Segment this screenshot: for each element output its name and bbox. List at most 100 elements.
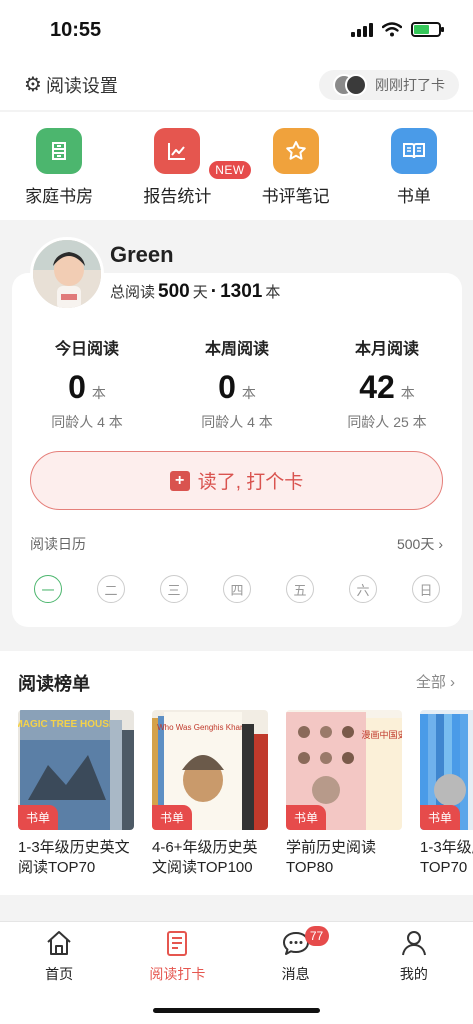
chevron-right-icon: › bbox=[450, 674, 455, 691]
total-days: 500 bbox=[158, 281, 190, 302]
booklist-tag: 书单 bbox=[420, 805, 461, 830]
bookshelf-icon bbox=[36, 128, 83, 174]
book-cover: MAGIC TREE HOUSE 书单 bbox=[18, 710, 134, 830]
booklist-tag: 书单 bbox=[18, 805, 59, 830]
quick-item-label: 书评笔记 bbox=[261, 187, 330, 206]
profile-card bbox=[12, 273, 462, 627]
ranking-card[interactable]: 书单 1-3年级历史阅读TOP70 bbox=[420, 710, 473, 878]
tab-home[interactable]: 首页 bbox=[0, 922, 118, 1024]
stat-peer: 同龄人 25 本 bbox=[347, 414, 427, 430]
avatar[interactable] bbox=[30, 237, 104, 311]
wifi-icon bbox=[382, 22, 402, 37]
ranking-all-label: 全部 bbox=[415, 674, 446, 691]
cover-title: Who Was Genghis Khan? bbox=[157, 723, 249, 732]
cover-title: MAGIC TREE HOUSE bbox=[18, 719, 116, 730]
stat-value: 0 本 bbox=[218, 369, 256, 406]
reading-stats: 今日阅读 0 本 同龄人 4 本 本周阅读 0 本 同龄人 4 本 本月阅读 4… bbox=[12, 335, 462, 432]
tab-profile[interactable]: 我的 bbox=[355, 922, 473, 1024]
weekday-wed[interactable]: 三 bbox=[160, 575, 188, 603]
checkin-avatars bbox=[333, 74, 367, 96]
recent-checkin-text: 刚刚打了卡 bbox=[375, 77, 445, 93]
status-icons bbox=[351, 22, 444, 37]
stat-week[interactable]: 本周阅读 0 本 同龄人 4 本 bbox=[162, 335, 312, 432]
plus-icon: + bbox=[169, 470, 190, 491]
reading-settings-label: 阅读设置 bbox=[45, 76, 118, 96]
battery-icon bbox=[411, 22, 444, 37]
quick-item-report[interactable]: 报告统计 NEW bbox=[118, 112, 251, 220]
stat-number: 0 bbox=[218, 369, 236, 405]
quick-item-family-study[interactable]: 家庭书房 bbox=[0, 112, 118, 220]
ranking-card[interactable]: Who Was Genghis Khan? 书单 4-6+年级历史英文阅读TOP… bbox=[152, 710, 268, 878]
quick-item-label: 书单 bbox=[396, 187, 431, 206]
stat-peer: 同龄人 4 本 bbox=[201, 414, 273, 430]
week-row: 一 二 三 四 五 六 日 bbox=[34, 575, 440, 603]
stat-month[interactable]: 本月阅读 42 本 同龄人 25 本 bbox=[312, 335, 462, 432]
weekday-mon[interactable]: 一 bbox=[34, 575, 62, 603]
calendar-title: 阅读日历 bbox=[30, 536, 86, 552]
tab-label: 消息 bbox=[281, 966, 310, 982]
profile-icon bbox=[401, 931, 426, 956]
quick-item-label: 报告统计 bbox=[143, 187, 212, 206]
calendar-days-link[interactable]: 500天 › bbox=[397, 534, 443, 554]
total-reading-summary: 总阅读 500 天 · 1301 本 bbox=[110, 281, 280, 303]
booklist-tag: 书单 bbox=[152, 805, 193, 830]
weekday-sat[interactable]: 六 bbox=[349, 575, 377, 603]
home-indicator bbox=[153, 1008, 320, 1013]
stat-today[interactable]: 今日阅读 0 本 同龄人 4 本 bbox=[12, 335, 162, 432]
signal-icon bbox=[351, 22, 373, 37]
days-unit: 天 bbox=[192, 284, 208, 301]
separator: · bbox=[210, 281, 218, 302]
weekday-fri[interactable]: 五 bbox=[286, 575, 314, 603]
books-unit: 本 bbox=[265, 284, 281, 301]
weekday-tue[interactable]: 二 bbox=[97, 575, 125, 603]
total-books: 1301 bbox=[220, 281, 263, 302]
chart-icon bbox=[154, 128, 201, 174]
ranking-card-label: 1-3年级历史英文阅读TOP70 bbox=[18, 839, 130, 876]
stat-unit: 本 bbox=[400, 385, 415, 401]
ranking-card-label: 4-6+年级历史英文阅读TOP100 bbox=[152, 839, 258, 876]
ranking-list: MAGIC TREE HOUSE 书单 1-3年级历史英文阅读TOP70 Who… bbox=[18, 710, 473, 878]
cover-title: 漫画中国史 bbox=[361, 729, 402, 741]
reading-settings-button[interactable]: ⚙ 阅读设置 bbox=[24, 72, 118, 98]
top-header: ⚙ 阅读设置 刚刚打了卡 bbox=[0, 62, 473, 110]
stat-number: 42 bbox=[359, 369, 395, 405]
weekday-thu[interactable]: 四 bbox=[223, 575, 251, 603]
stat-title: 今日阅读 bbox=[54, 341, 119, 358]
book-cover: Who Was Genghis Khan? 书单 bbox=[152, 710, 268, 830]
book-cover: 书单 bbox=[420, 710, 473, 830]
open-book-icon bbox=[390, 128, 437, 174]
ranking-title: 阅读榜单 bbox=[18, 674, 90, 694]
ranking-card-label: 1-3年级历史阅读TOP70 bbox=[420, 839, 473, 876]
book-cover: 漫画中国史 书单 bbox=[286, 710, 402, 830]
quick-item-reviews[interactable]: 书评笔记 bbox=[237, 112, 355, 220]
quick-menu: 家庭书房 报告统计 NEW 书评笔记 书单 bbox=[0, 112, 473, 220]
ranking-card-label: 学前历史阅读TOP80 bbox=[286, 839, 377, 876]
home-icon bbox=[47, 931, 71, 955]
stat-number: 0 bbox=[68, 369, 86, 405]
ranking-all-link[interactable]: 全部 › bbox=[416, 671, 455, 692]
quick-item-label: 家庭书房 bbox=[25, 187, 94, 206]
booklist-tag: 书单 bbox=[286, 805, 327, 830]
gear-icon: ⚙ bbox=[24, 74, 42, 96]
chevron-right-icon: › bbox=[438, 536, 443, 552]
status-time: 10:55 bbox=[50, 19, 102, 41]
user-name: Green bbox=[110, 242, 174, 267]
message-count-badge: 77 bbox=[304, 926, 329, 946]
quick-item-booklist[interactable]: 书单 bbox=[355, 112, 473, 220]
stat-title: 本月阅读 bbox=[354, 341, 419, 358]
tab-label: 首页 bbox=[45, 966, 74, 982]
stat-value: 0 本 bbox=[68, 369, 106, 406]
status-bar: 10:55 bbox=[0, 0, 473, 62]
checkin-doc-icon bbox=[167, 931, 188, 956]
tab-label: 我的 bbox=[399, 966, 428, 982]
stat-unit: 本 bbox=[91, 385, 106, 401]
weekday-sun[interactable]: 日 bbox=[412, 575, 440, 603]
checkin-button[interactable]: + 读了, 打个卡 bbox=[30, 451, 443, 510]
ranking-card[interactable]: MAGIC TREE HOUSE 书单 1-3年级历史英文阅读TOP70 bbox=[18, 710, 134, 878]
calendar-days-value: 500天 bbox=[396, 536, 435, 552]
ranking-card[interactable]: 漫画中国史 书单 学前历史阅读TOP80 bbox=[286, 710, 402, 878]
total-prefix: 总阅读 bbox=[110, 284, 156, 301]
recent-checkin-pill[interactable]: 刚刚打了卡 bbox=[319, 70, 459, 100]
ranking-section: 阅读榜单 全部 › MAGIC TREE HOUSE 书单 1-3年级历史英文阅… bbox=[0, 651, 473, 895]
tab-label: 阅读打卡 bbox=[149, 966, 206, 982]
